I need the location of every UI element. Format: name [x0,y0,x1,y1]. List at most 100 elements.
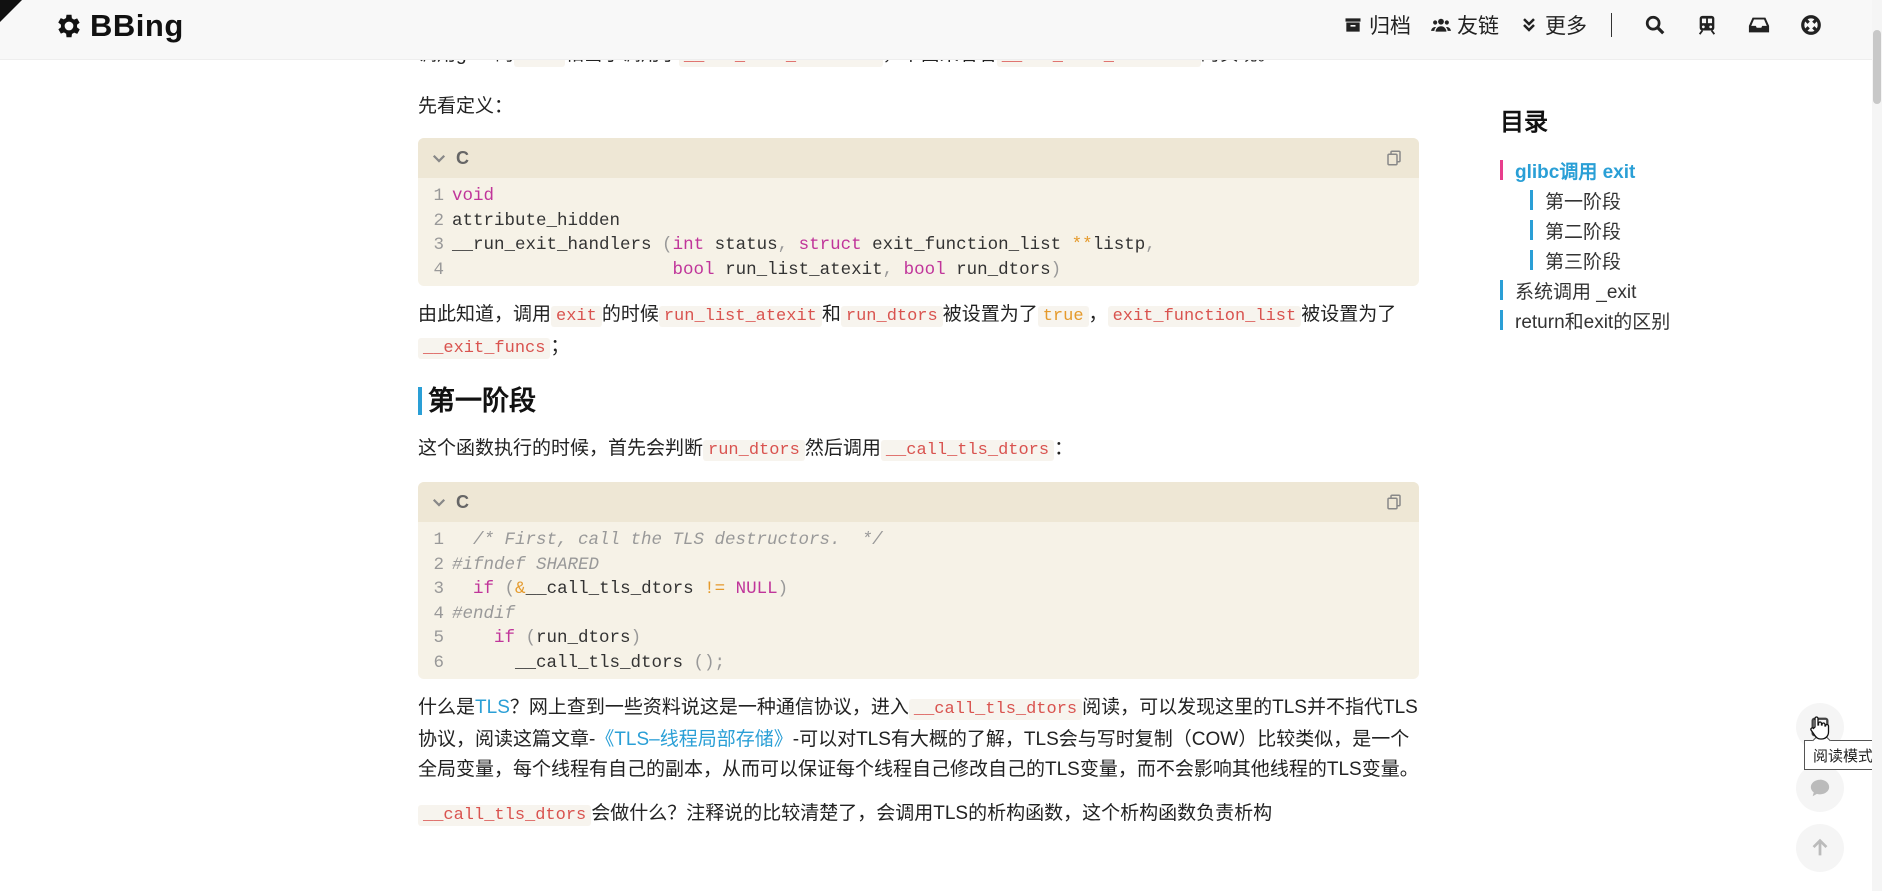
nav-archive[interactable]: 归档 [1343,10,1411,40]
comments-button[interactable] [1796,764,1844,812]
brand-logo[interactable]: BBing [54,8,184,44]
toc-item-return-vs-exit[interactable]: return和exit的区别 [1500,305,1800,335]
toc-item-glibc-exit[interactable]: glibc调用 exit [1500,155,1800,185]
code-token: ( [515,628,537,648]
code-token: /* First, call the TLS destructors. */ [452,530,883,550]
code-token: listp [1092,235,1146,255]
toc-bar [1500,160,1503,180]
copy-icon[interactable] [1385,149,1403,167]
section-heading: 第一阶段 [418,386,1419,416]
code-token: if [473,579,495,599]
code-line: 4 bool run_list_atexit, bool run_dtors) [418,258,1419,283]
paragraph-definition: 先看定义： [418,96,514,117]
code-line: 4 #endif [418,602,1419,627]
top-navbar: BBing 归档 友链 更多 [0,0,1882,60]
text: 的时候 [601,304,659,325]
inline-code: run_dtors [703,440,805,461]
text: 这个函数执行的时候，首先会判断 [418,438,704,459]
search-button[interactable] [1644,14,1666,36]
code-block-definition: C 1 void 2 attribute_hidden 3 __run_exit_ha… [418,138,1419,286]
code-token: bool [672,259,715,280]
inline-code: true [1037,306,1089,327]
chevron-down-icon[interactable] [430,149,448,167]
line-number: 2 [433,554,444,575]
toc-bar [1530,190,1533,210]
train-button[interactable] [1696,14,1718,36]
help-button[interactable] [1800,14,1822,36]
table-of-contents: 目录 glibc调用 exit 第一阶段 第二阶段 第三阶段 系统调用 _exi… [1500,102,1800,335]
scrollbar-thumb[interactable] [1873,30,1881,104]
code-token: run_dtors [945,259,1051,280]
inline-code: __call_tls_dtors [908,699,1083,720]
line-number: 4 [433,259,444,280]
nav-menu: 归档 友链 更多 [1323,0,1822,50]
brand-name: BBing [90,8,184,43]
code-token: void [452,186,495,206]
toc-item-phase3[interactable]: 第三阶段 [1500,245,1800,275]
nav-more-label: 更多 [1545,15,1587,38]
code-token: NULL [725,579,778,599]
inline-code: __exit_funcs [418,338,551,359]
toc-item-phase2[interactable]: 第二阶段 [1500,215,1800,245]
page-scrollbar[interactable] [1872,0,1882,891]
article-content: 调用glibc的exit相当于调用了__run_exit_handlers，下面… [418,40,1419,831]
toc-item-label: 第二阶段 [1545,221,1622,243]
toc-title: 目录 [1500,109,1548,136]
copy-icon[interactable] [1385,493,1403,511]
line-number: 2 [433,210,444,231]
code-line: 2 #ifndef SHARED [418,553,1419,578]
toc-item-label: 第三阶段 [1545,251,1622,273]
gear-icon [58,14,80,38]
inline-code: __call_tls_dtors [418,805,592,826]
code-token: status [704,235,778,255]
inbox-icon [1748,17,1770,33]
text: 会做什么？注释说的比较清楚了，会调用TLS的析构函数，这个析构函数负责析构 [591,803,1273,824]
nav-more[interactable]: 更多 [1519,10,1587,40]
inline-code: __call_tls_dtors [880,440,1055,461]
code-language: C [456,492,469,512]
line-number: 3 [433,579,444,599]
code-token: exit_function_list [861,235,1072,255]
code-line: 3 __run_exit_handlers (int status, struct… [418,233,1419,258]
toc-item-phase1[interactable]: 第一阶段 [1500,185,1800,215]
text: ， [1088,304,1108,325]
code-token: (); [693,652,726,673]
section-heading-text: 第一阶段 [428,386,536,416]
inline-code: run_list_atexit [658,306,822,327]
paragraph-tls: 什么是TLS？网上查到一些资料说这是一种通信协议，进入 __call_tls_dt… [418,693,1419,785]
code-token: attribute_hidden [452,210,621,231]
text: ： [1054,438,1074,459]
nav-friends[interactable]: 友链 [1431,10,1499,40]
users-icon [1431,18,1451,32]
corner-ribbon [0,0,22,22]
code-token: __run_exit_handlers [452,235,663,255]
toc-item-syscall-exit[interactable]: 系统调用 _exit [1500,275,1800,305]
inbox-button[interactable] [1748,14,1770,36]
text: 由此知道，调用 [418,304,552,325]
toc-item-label: 系统调用 _exit [1515,281,1637,303]
text: 被设置为了 [942,304,1038,325]
code-token: , [777,235,789,255]
toc-bar [1500,280,1503,300]
code-token: if [494,628,516,648]
code-token: bool [893,259,946,280]
toc-bar [1500,310,1503,330]
back-to-top-button[interactable] [1796,824,1844,872]
code-token: ) [1050,259,1062,280]
code-token: ) [630,628,642,648]
code-token: ( [662,235,673,255]
code-block-header: C [418,482,1419,522]
link-tls[interactable]: TLS [475,697,510,718]
code-token: run_dtors [536,628,631,648]
chevron-down-icon[interactable] [430,493,448,511]
paragraph-phase1: 这个函数执行的时候，首先会判断 run_dtors 然后调用 __call_tls_d… [418,434,1419,466]
text: 和 [821,304,841,325]
code-token: ) [777,579,789,599]
link-tls-article[interactable]: 《TLS–线程局部存储》 [595,729,792,750]
code-token: , [1145,235,1156,255]
code-body: 1 void 2 attribute_hidden 3 __run_exit_hand… [418,178,1419,286]
code-token: int [672,235,705,255]
